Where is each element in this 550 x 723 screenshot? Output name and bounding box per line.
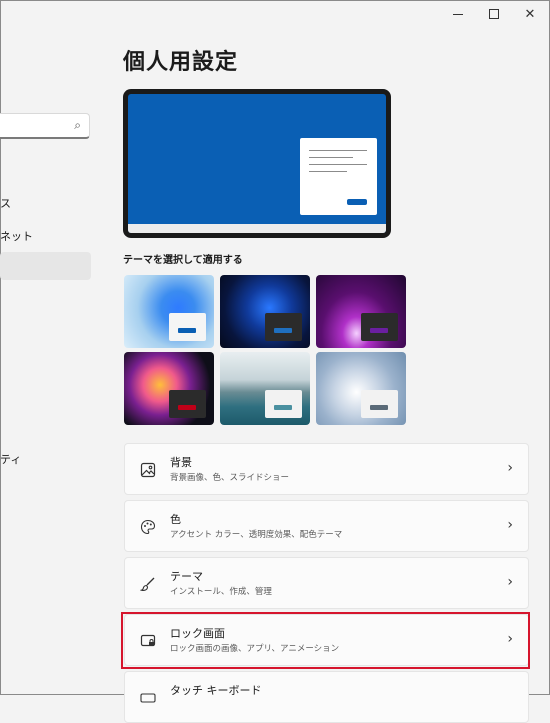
setting-title: 色 (170, 513, 181, 526)
theme-thumbnail-sunrise[interactable] (220, 352, 310, 425)
setting-colors[interactable]: 色 アクセント カラー、透明度効果、配色テーマ › (124, 500, 529, 552)
preview-accent-button (347, 199, 367, 205)
preview-desktop (128, 94, 386, 233)
sidebar-item-personalization-selected[interactable] (0, 252, 91, 280)
chevron-right-icon: › (507, 574, 513, 590)
preview-window (300, 138, 377, 215)
setting-themes[interactable]: テーマ インストール、作成、管理 › (124, 557, 529, 609)
settings-search-input[interactable]: ⌕ (0, 113, 90, 139)
keyboard-icon (139, 689, 157, 707)
highlight-box (121, 612, 530, 669)
setting-subtitle: 背景画像、色、スライドショー (170, 473, 290, 483)
theme-preview (123, 89, 391, 238)
sidebar-item[interactable]: ス (0, 195, 11, 211)
setting-touch-keyboard[interactable]: タッチ キーボード (124, 671, 529, 723)
brush-icon (139, 575, 157, 593)
close-icon: ✕ (524, 6, 536, 22)
setting-subtitle: インストール、作成、管理 (170, 587, 272, 597)
preview-taskbar (128, 224, 386, 233)
setting-background[interactable]: 背景 背景画像、色、スライドショー › (124, 443, 529, 495)
image-icon (139, 461, 157, 479)
palette-icon (139, 518, 157, 536)
theme-thumbnail-windows-dark[interactable] (220, 275, 310, 348)
theme-thumbnail-captured-motion[interactable] (124, 352, 214, 425)
themes-label: テーマを選択して適用する (123, 255, 243, 266)
setting-title: テーマ (170, 570, 203, 583)
theme-thumbnail-flow[interactable] (316, 352, 406, 425)
search-icon: ⌕ (74, 118, 81, 132)
chevron-right-icon: › (507, 460, 513, 476)
chevron-right-icon: › (507, 517, 513, 533)
maximize-button[interactable] (476, 0, 512, 28)
minimize-button[interactable] (440, 0, 476, 28)
setting-subtitle: アクセント カラー、透明度効果、配色テーマ (170, 530, 343, 540)
setting-title: 背景 (170, 456, 192, 469)
theme-thumbnail-windows-light[interactable] (124, 275, 214, 348)
sidebar-item-network[interactable]: ネット (0, 228, 33, 244)
close-button[interactable]: ✕ (512, 0, 548, 28)
setting-title: タッチ キーボード (170, 684, 262, 697)
page-title: 個人用設定 (123, 50, 239, 75)
minimize-icon (453, 13, 463, 15)
theme-thumbnail-glow[interactable] (316, 275, 406, 348)
sidebar-item-accessibility[interactable]: ティ (0, 451, 21, 467)
maximize-icon (489, 9, 499, 19)
